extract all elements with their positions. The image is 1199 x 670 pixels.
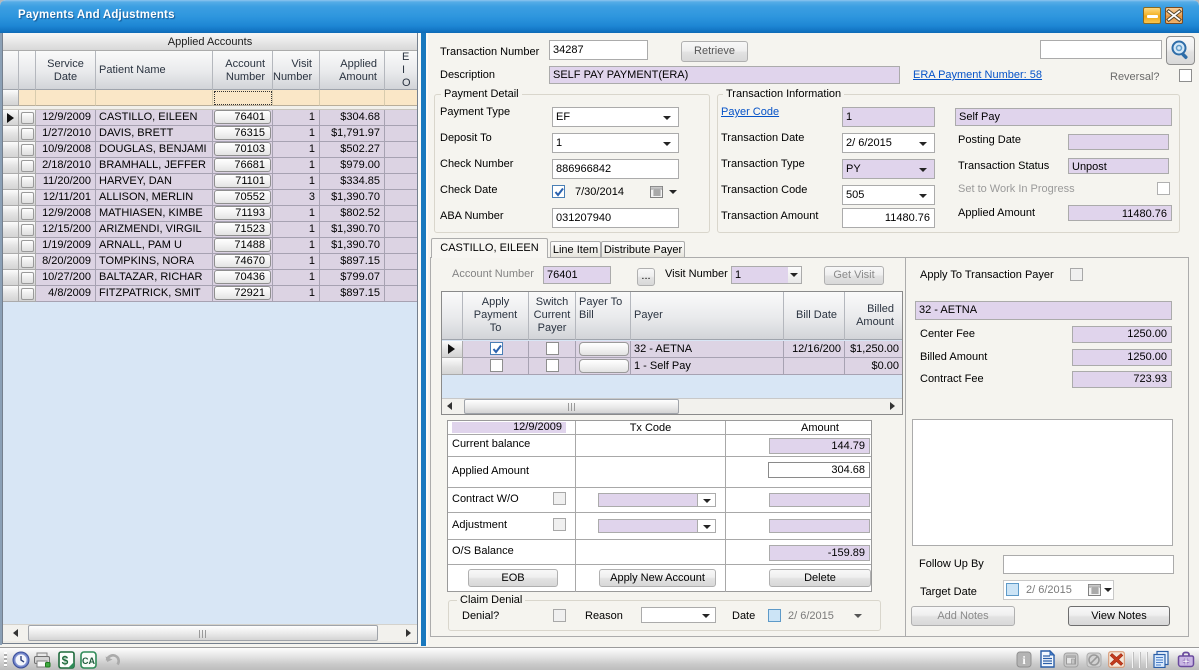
svg-text:$: $: [62, 654, 69, 668]
svg-text:CA: CA: [82, 656, 95, 666]
